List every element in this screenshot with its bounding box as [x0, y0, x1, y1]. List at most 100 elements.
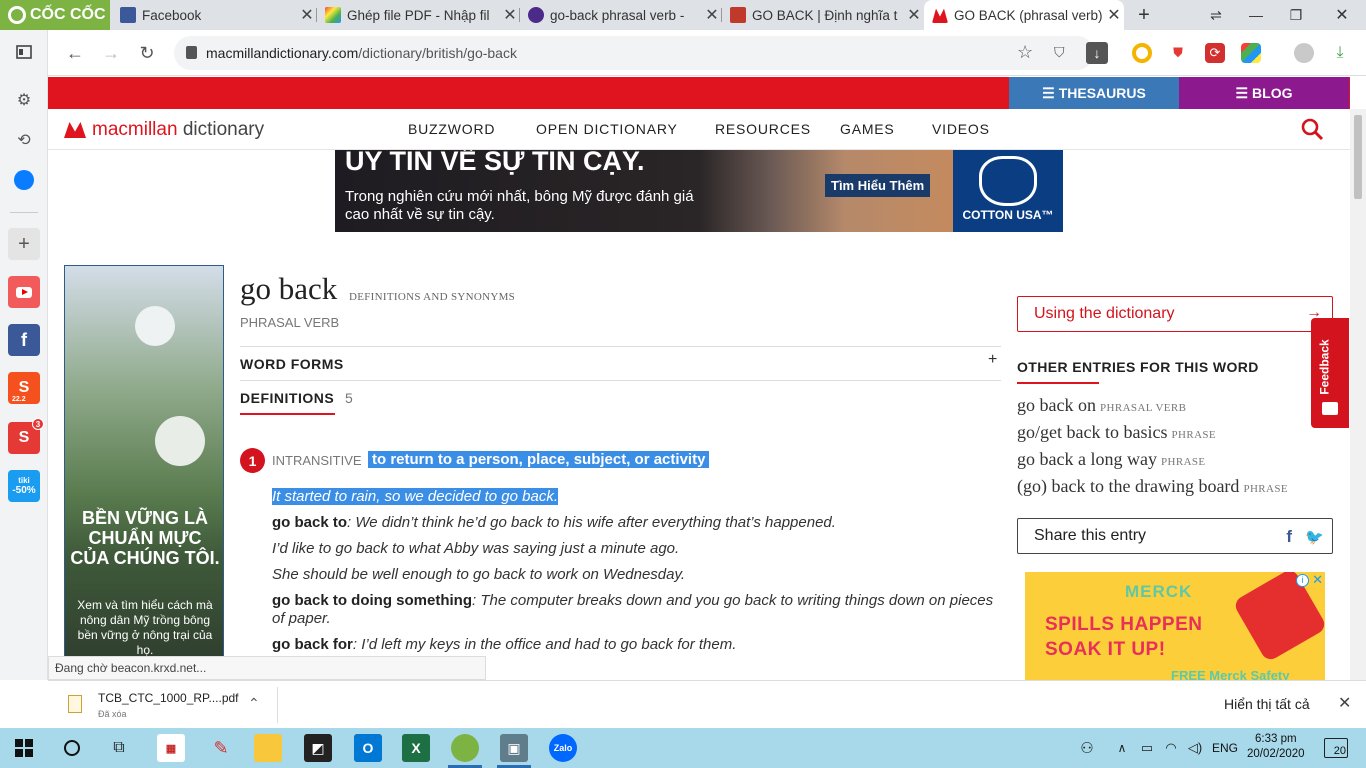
cotton-side-ad[interactable]: BỀN VỮNG LÀ CHUẨN MỰC CỦA CHÚNG TÔI. Xem…: [64, 265, 224, 680]
maximize-button[interactable]: ❐: [1276, 0, 1316, 30]
sense-number: 1: [240, 448, 265, 473]
shopee-icon[interactable]: S 22.2: [8, 372, 40, 404]
excel-icon[interactable]: X: [402, 734, 430, 762]
app-icon[interactable]: ▣: [500, 734, 528, 762]
windows-start-icon[interactable]: [10, 734, 38, 762]
show-all-downloads-link[interactable]: Hiển thị tất cả: [1224, 696, 1310, 712]
adchoices-icon[interactable]: i: [1296, 574, 1309, 587]
cotton-boll-image: [135, 306, 175, 346]
scrollbar-thumb[interactable]: [1354, 115, 1362, 199]
file-explorer-icon[interactable]: [254, 734, 282, 762]
close-icon[interactable]: ✕: [702, 5, 722, 25]
tray-chevron-icon[interactable]: ∧: [1108, 734, 1136, 762]
other-entry-link[interactable]: go back on PHRASAL VERB: [1017, 395, 1186, 416]
tiki-icon[interactable]: tiki -50%: [8, 470, 40, 502]
close-icon[interactable]: ✕: [1104, 5, 1124, 25]
twitter-share-icon[interactable]: 🐦: [1305, 528, 1324, 546]
tab-macmillan-active[interactable]: GO BACK (phrasal verb) ✕: [924, 0, 1124, 30]
close-icon[interactable]: ✕: [297, 5, 317, 25]
shield-icon[interactable]: ⛉: [1054, 44, 1065, 61]
close-icon[interactable]: ✕: [904, 5, 924, 25]
extension-red-icon[interactable]: ⟳: [1205, 43, 1225, 63]
reload-button[interactable]: ↻: [132, 38, 162, 68]
nav-games[interactable]: GAMES: [840, 121, 895, 137]
tab-facebook[interactable]: Facebook ✕: [112, 0, 317, 30]
close-window-button[interactable]: ✕: [1322, 0, 1362, 30]
cotton-banner-ad[interactable]: UY TÍN VỀ SỰ TIN CẬY. Trong nghiên cứu m…: [335, 150, 1063, 232]
messenger-icon[interactable]: [8, 164, 40, 196]
search-icon[interactable]: [1300, 117, 1324, 141]
feedback-tab[interactable]: Feedback: [1311, 318, 1349, 428]
close-icon[interactable]: ✕: [1338, 693, 1351, 713]
forward-button[interactable]: →: [96, 38, 126, 68]
facebook-share-icon[interactable]: f: [1286, 527, 1292, 547]
youtube-icon[interactable]: [8, 276, 40, 308]
task-view-icon[interactable]: ⧉: [105, 734, 133, 762]
outlook-icon[interactable]: O: [354, 734, 382, 762]
paint-icon[interactable]: ✎: [207, 734, 235, 762]
page-scrollbar[interactable]: [1350, 109, 1366, 680]
adblock-icon[interactable]: ⛊: [1168, 43, 1188, 63]
coccoc-taskbar-icon[interactable]: [451, 734, 479, 762]
tab-cambridge[interactable]: GO BACK | Định nghĩa t ✕: [722, 0, 924, 30]
chevron-up-icon[interactable]: ⌃: [248, 695, 260, 712]
expand-plus-icon[interactable]: +: [988, 351, 997, 369]
tab-pdf[interactable]: Ghép file PDF - Nhập fil ✕: [317, 0, 520, 30]
people-icon[interactable]: ⚇: [1073, 734, 1101, 762]
feedback-label: Feedback: [1317, 339, 1332, 395]
app-icon[interactable]: ▦: [157, 734, 185, 762]
merck-ad[interactable]: MERCK SPILLS HAPPEN SOAK IT UP! FREE Mer…: [1025, 572, 1325, 680]
tab-strip: CỐC CỐC Facebook ✕ Ghép file PDF - Nhập f…: [0, 0, 1366, 30]
nav-videos[interactable]: VIDEOS: [932, 121, 990, 137]
tab-oxford[interactable]: go-back phrasal verb - ✕: [520, 0, 722, 30]
bookmark-star-icon[interactable]: ☆: [1017, 42, 1033, 63]
merck-line2: SOAK IT UP!: [1045, 639, 1166, 660]
new-tab-button[interactable]: +: [1124, 0, 1164, 30]
ad-close-icon[interactable]: ✕: [1312, 572, 1323, 588]
sendo-icon[interactable]: S3: [8, 418, 44, 454]
zalo-icon[interactable]: Zalo: [549, 734, 577, 762]
blog-link[interactable]: ☰ BLOG: [1179, 77, 1349, 109]
macmillan-logo[interactable]: macmillan dictionary: [64, 119, 264, 141]
chrome-extension-icon[interactable]: [1132, 43, 1152, 63]
nav-resources[interactable]: RESOURCES: [715, 121, 811, 137]
nav-buzzword[interactable]: BUZZWORD: [408, 121, 495, 137]
colorful-extension-icon[interactable]: [1241, 43, 1261, 63]
settings-icon[interactable]: ⚙: [8, 84, 40, 116]
volume-icon[interactable]: ◁): [1181, 734, 1209, 762]
minimize-button[interactable]: —: [1236, 0, 1276, 30]
clock[interactable]: 6:33 pm 20/02/2020: [1247, 732, 1305, 762]
sidebar-toggle-icon[interactable]: [8, 36, 40, 68]
cambridge-icon: [730, 7, 746, 23]
history-icon[interactable]: ⟲: [8, 124, 40, 156]
other-entry-link[interactable]: (go) back to the drawing board PHRASE: [1017, 476, 1288, 497]
address-bar[interactable]: macmillandictionary.com/dictionary/briti…: [174, 36, 1108, 70]
other-entry-link[interactable]: go/get back to basics PHRASE: [1017, 422, 1216, 443]
definitions-label: DEFINITIONS: [240, 390, 335, 406]
language-indicator[interactable]: ENG: [1212, 741, 1238, 755]
thesaurus-link[interactable]: ☰ THESAURUS: [1009, 77, 1179, 109]
notifications-icon[interactable]: 20: [1324, 738, 1348, 758]
download-file-name[interactable]: TCB_CTC_1000_RP....pdf: [98, 691, 239, 705]
download-icon[interactable]: ⤓: [1330, 43, 1350, 63]
other-entries-underline: [1017, 382, 1099, 384]
back-button[interactable]: ←: [60, 38, 90, 68]
using-dictionary-button[interactable]: Using the dictionary →: [1017, 296, 1333, 332]
definitions-underline: [240, 413, 335, 415]
tab-title: GO BACK (phrasal verb): [954, 7, 1103, 23]
add-panel-icon[interactable]: +: [8, 228, 40, 260]
search-icon[interactable]: [58, 734, 86, 762]
sticky-icon[interactable]: ◩: [304, 734, 332, 762]
profile-avatar[interactable]: [1294, 43, 1314, 63]
facebook-panel-icon[interactable]: f: [8, 324, 40, 356]
download-page-icon[interactable]: ↓: [1086, 42, 1108, 64]
word-forms-toggle[interactable]: WORD FORMS: [240, 356, 344, 372]
other-entry-link[interactable]: go back a long way PHRASE: [1017, 449, 1206, 470]
ad-cta-button[interactable]: Tìm Hiểu Thêm: [825, 174, 931, 197]
browser-brand: CỐC CỐC: [30, 6, 106, 23]
close-icon[interactable]: ✕: [500, 5, 520, 25]
tab-list-icon[interactable]: ⇌: [1196, 0, 1236, 30]
coccoc-logo[interactable]: CỐC CỐC: [0, 0, 110, 30]
nav-open-dictionary[interactable]: OPEN DICTIONARY: [536, 121, 678, 137]
example-pattern: go back for: [272, 636, 353, 653]
